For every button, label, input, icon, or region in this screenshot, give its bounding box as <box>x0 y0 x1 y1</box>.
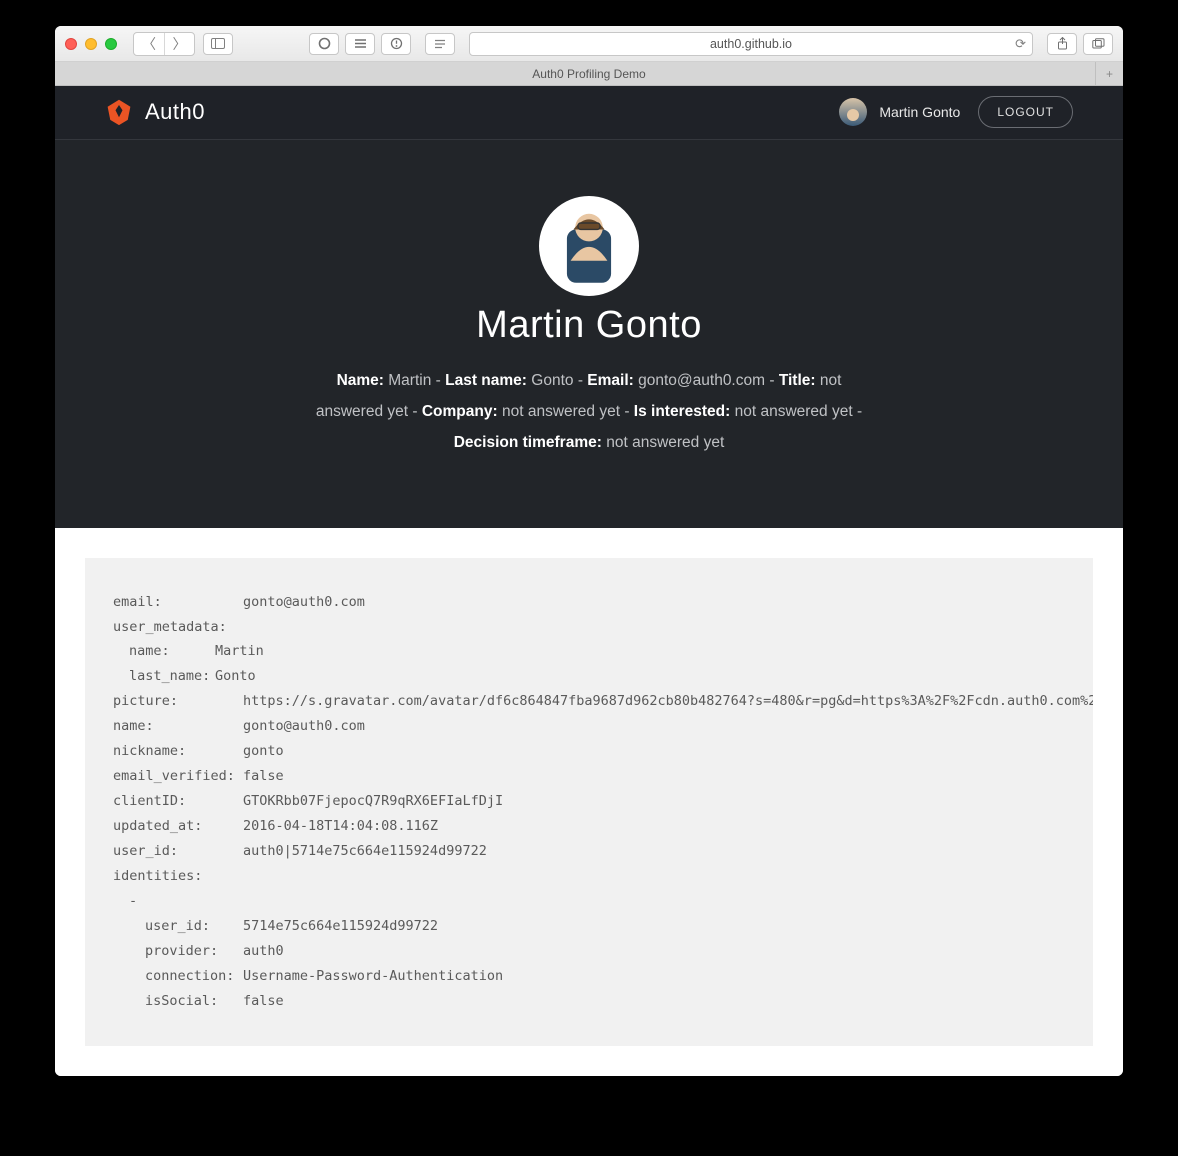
profile-meta-line: Name: Martin - Last name: Gonto - Email:… <box>309 365 869 458</box>
key-nickname: nickname: <box>113 739 243 764</box>
val-id-user-id: 5714e75c664e115924d99722 <box>243 914 438 939</box>
extension-toolbar <box>309 33 411 55</box>
brand-name: Auth0 <box>145 99 205 125</box>
traffic-lights <box>65 38 117 50</box>
page-content: Auth0 Martin Gonto LOGOUT Martin G <box>55 86 1123 1076</box>
key-id-provider: provider: <box>145 939 243 964</box>
key-id-issocial: isSocial: <box>145 989 243 1014</box>
key-user-metadata: user_metadata: <box>113 615 243 640</box>
key-updated-at: updated_at: <box>113 814 243 839</box>
browser-titlebar: 〈 〉 auth0.github.io ⟳ <box>55 26 1123 62</box>
tabs-button[interactable] <box>1083 33 1113 55</box>
value-decision-timeframe: not answered yet <box>606 434 724 451</box>
label-last-name: Last name: <box>445 372 527 389</box>
val-um-last-name: Gonto <box>215 664 256 689</box>
key-id-user-id: user_id: <box>145 914 243 939</box>
raw-data-panel: email:gonto@auth0.com user_metadata: nam… <box>85 558 1093 1046</box>
key-email-verified: email_verified: <box>113 764 243 789</box>
auth0-shield-icon <box>105 98 133 126</box>
sidebar-toggle-button[interactable] <box>203 33 233 55</box>
val-id-connection: Username-Password-Authentication <box>243 964 503 989</box>
key-identities: identities: <box>113 864 243 889</box>
brand-logo[interactable]: Auth0 <box>105 98 205 126</box>
tab-title[interactable]: Auth0 Profiling Demo <box>532 67 645 81</box>
nav-back-forward: 〈 〉 <box>133 32 195 56</box>
nav-forward-button[interactable]: 〉 <box>164 33 194 55</box>
key-user-id: user_id: <box>113 839 243 864</box>
key-name: name: <box>113 714 243 739</box>
val-name: gonto@auth0.com <box>243 714 365 739</box>
key-picture: picture: <box>113 689 243 714</box>
raw-data-section: email:gonto@auth0.com user_metadata: nam… <box>55 528 1123 1076</box>
label-email: Email: <box>587 372 634 389</box>
key-um-name: name: <box>129 639 215 664</box>
identities-dash: - <box>129 889 137 914</box>
logout-button[interactable]: LOGOUT <box>978 96 1073 128</box>
reload-icon[interactable]: ⟳ <box>1015 36 1026 52</box>
window-close-button[interactable] <box>65 38 77 50</box>
value-is-interested: not answered yet <box>735 403 853 420</box>
url-bar[interactable]: auth0.github.io ⟳ <box>469 32 1033 56</box>
key-email: email: <box>113 590 243 615</box>
ext-button-2[interactable] <box>345 33 375 55</box>
key-um-last-name: last_name: <box>129 664 215 689</box>
key-id-connection: connection: <box>145 964 243 989</box>
new-tab-button[interactable]: + <box>1095 62 1123 85</box>
label-company: Company: <box>422 403 498 420</box>
val-picture: https://s.gravatar.com/avatar/df6c864847… <box>243 689 1093 714</box>
val-email: gonto@auth0.com <box>243 590 365 615</box>
label-title: Title: <box>779 372 816 389</box>
value-name: Martin <box>388 372 431 389</box>
app-header: Auth0 Martin Gonto LOGOUT <box>55 86 1123 140</box>
val-updated-at: 2016-04-18T14:04:08.116Z <box>243 814 438 839</box>
browser-tab-bar: Auth0 Profiling Demo + <box>55 62 1123 86</box>
profile-display-name: Martin Gonto <box>55 304 1123 347</box>
val-user-id: auth0|5714e75c664e115924d99722 <box>243 839 487 864</box>
window-zoom-button[interactable] <box>105 38 117 50</box>
window-minimize-button[interactable] <box>85 38 97 50</box>
val-email-verified: false <box>243 764 284 789</box>
ext-button-3[interactable] <box>381 33 411 55</box>
label-decision-timeframe: Decision timeframe: <box>454 434 602 451</box>
nav-back-button[interactable]: 〈 <box>134 33 164 55</box>
browser-window: 〈 〉 auth0.github.io ⟳ <box>55 26 1123 1076</box>
reader-button[interactable] <box>425 33 455 55</box>
avatar-large <box>539 196 639 296</box>
avatar-small <box>839 98 867 126</box>
label-name: Name: <box>337 372 384 389</box>
share-button[interactable] <box>1047 33 1077 55</box>
key-clientid: clientID: <box>113 789 243 814</box>
value-company: not answered yet <box>502 403 620 420</box>
val-id-provider: auth0 <box>243 939 284 964</box>
val-clientid: GTOKRbb07FjepocQ7R9qRX6EFIaLfDjI <box>243 789 503 814</box>
value-last-name: Gonto <box>531 372 573 389</box>
profile-hero: Martin Gonto Name: Martin - Last name: G… <box>55 140 1123 528</box>
val-id-issocial: false <box>243 989 284 1014</box>
header-user-chip[interactable]: Martin Gonto <box>839 98 960 126</box>
label-is-interested: Is interested: <box>634 403 730 420</box>
header-user-name: Martin Gonto <box>879 104 960 120</box>
val-nickname: gonto <box>243 739 284 764</box>
val-um-name: Martin <box>215 639 264 664</box>
ext-button-1[interactable] <box>309 33 339 55</box>
value-email: gonto@auth0.com <box>638 372 765 389</box>
url-text: auth0.github.io <box>710 37 792 51</box>
